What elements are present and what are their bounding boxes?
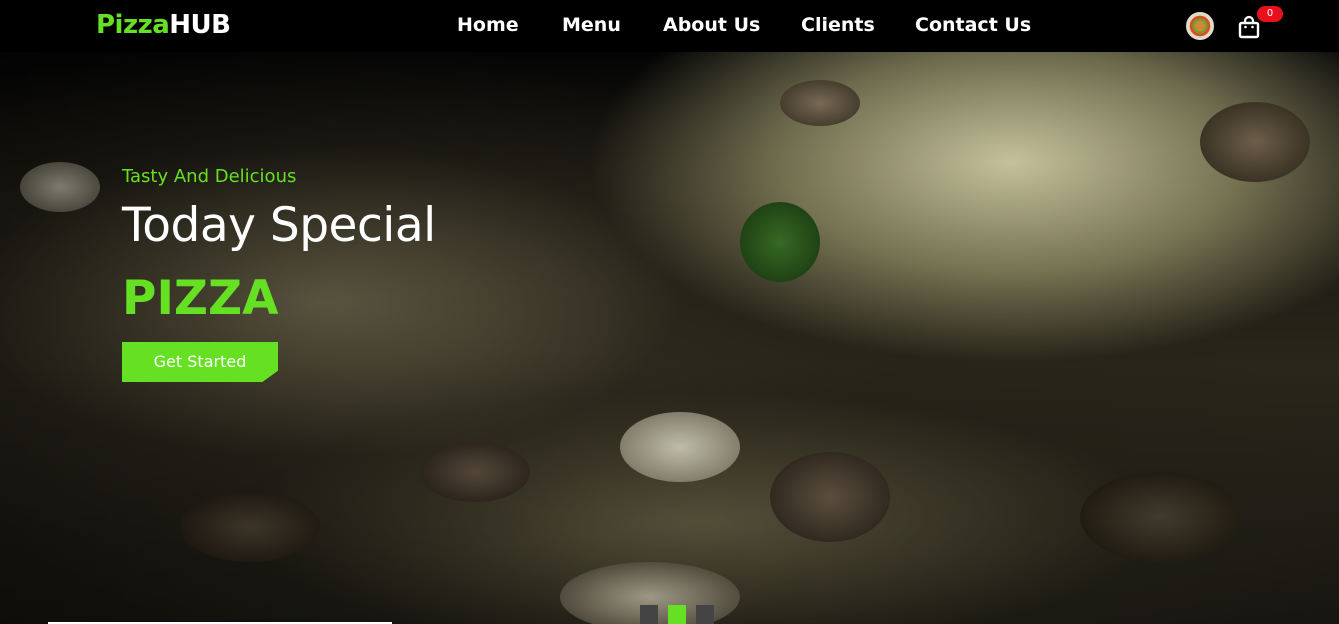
brand-logo[interactable]: PizzaHUB <box>96 9 231 41</box>
get-started-button[interactable]: Get Started <box>122 342 278 382</box>
nav-link-about-us[interactable]: About Us <box>663 13 760 37</box>
hero-headline: Today Special <box>122 198 436 253</box>
shopping-bag-icon[interactable] <box>1238 15 1260 39</box>
brand-name-part2: HUB <box>169 10 231 40</box>
nav-link-home[interactable]: Home <box>457 13 519 37</box>
nav-link-clients[interactable]: Clients <box>801 13 875 37</box>
hero-product: PIZZA <box>122 271 279 326</box>
brand-name-part1: Pizza <box>96 10 170 40</box>
hero-tagline: Tasty And Delicious <box>122 166 297 187</box>
nav-link-menu[interactable]: Menu <box>562 13 621 37</box>
navbar: PizzaHUB Home Menu About Us Clients Cont… <box>0 0 1339 52</box>
nav-link-contact-us[interactable]: Contact Us <box>915 13 1031 37</box>
cart-count-badge: 0 <box>1257 6 1283 22</box>
page: PizzaHUB Home Menu About Us Clients Cont… <box>0 0 1339 624</box>
pizza-avatar-icon[interactable] <box>1186 12 1214 40</box>
slide-indicator-2[interactable] <box>668 605 686 624</box>
slide-indicator-1[interactable] <box>640 605 658 624</box>
slider-indicators <box>640 605 724 624</box>
hero-banner <box>0 52 1339 624</box>
hero-overlay <box>0 52 1339 624</box>
slide-indicator-3[interactable] <box>696 605 714 624</box>
